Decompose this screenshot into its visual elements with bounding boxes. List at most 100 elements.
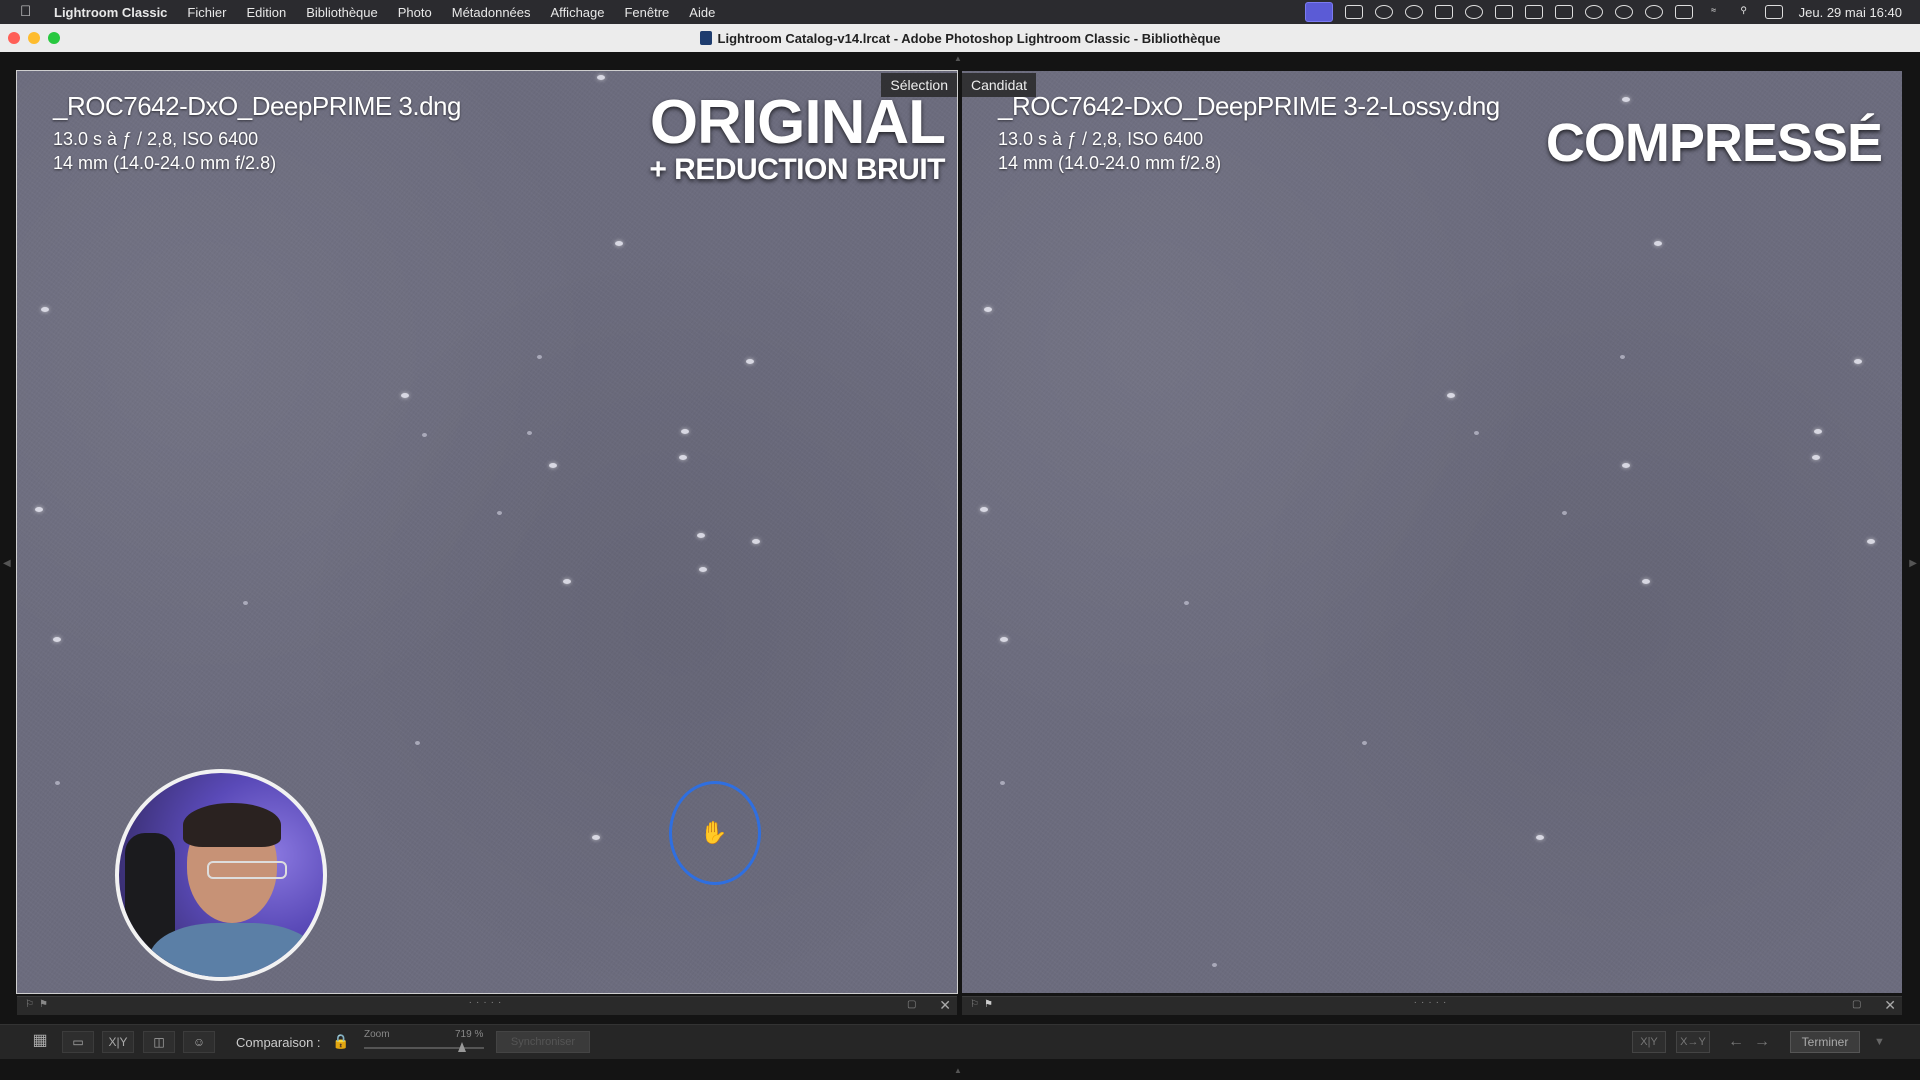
menu-metadonnees[interactable]: Métadonnées bbox=[452, 5, 531, 20]
close-window-button[interactable] bbox=[8, 32, 20, 44]
left-panel-toggle-icon[interactable]: ◀ bbox=[3, 558, 11, 569]
star bbox=[1654, 241, 1662, 246]
zoom-window-button[interactable] bbox=[48, 32, 60, 44]
catalog-icon bbox=[699, 31, 712, 45]
zoom-slider-track[interactable] bbox=[364, 1047, 484, 1049]
star bbox=[1000, 781, 1005, 785]
star bbox=[537, 355, 542, 359]
creative-cloud-icon[interactable] bbox=[1464, 5, 1483, 19]
app-menu: Lightroom Classic Fichier Edition Biblio… bbox=[54, 5, 735, 20]
menu-edition[interactable]: Edition bbox=[246, 5, 286, 20]
comparison-label: Comparaison : bbox=[236, 1035, 321, 1050]
star bbox=[984, 307, 992, 312]
star bbox=[615, 241, 623, 246]
swap-icon[interactable]: X|Y bbox=[1632, 1031, 1666, 1053]
menu-bar:  Lightroom Classic Fichier Edition Bibl… bbox=[0, 0, 1920, 24]
star bbox=[1812, 455, 1820, 460]
star bbox=[980, 507, 988, 512]
star bbox=[1212, 963, 1217, 967]
menu-fichier[interactable]: Fichier bbox=[187, 5, 226, 20]
star bbox=[1642, 579, 1650, 584]
close-candidate-icon[interactable]: ✕ bbox=[1884, 997, 1896, 1014]
search-icon[interactable]: ⚲ bbox=[1735, 5, 1753, 19]
menu-app-name[interactable]: Lightroom Classic bbox=[54, 5, 167, 20]
close-selection-icon[interactable]: ✕ bbox=[939, 997, 951, 1014]
star bbox=[752, 539, 760, 544]
grid-view-icon[interactable]: ▦ bbox=[24, 1031, 56, 1053]
survey-view-icon[interactable]: ◫ bbox=[143, 1031, 175, 1053]
flag-reject-icon[interactable]: ⚐ bbox=[970, 1000, 980, 1010]
top-panel-toggle-icon[interactable]: ▲ bbox=[954, 54, 962, 63]
pr-icon[interactable] bbox=[1434, 5, 1453, 19]
star bbox=[549, 463, 557, 468]
menu-photo[interactable]: Photo bbox=[398, 5, 432, 20]
compare-view-icon[interactable]: X|Y bbox=[102, 1031, 134, 1053]
lock-icon[interactable]: 🔒 bbox=[332, 1033, 349, 1051]
chevron-down-icon[interactable]: ▼ bbox=[1874, 1031, 1888, 1053]
screen-record-icon[interactable] bbox=[1304, 2, 1333, 22]
menu-clock[interactable]: Jeu. 29 mai 16:40 bbox=[1799, 5, 1902, 20]
clock-icon[interactable] bbox=[1644, 5, 1663, 19]
shirt bbox=[149, 923, 319, 977]
next-arrow-icon[interactable]: → bbox=[1752, 1031, 1772, 1053]
battery-icon[interactable] bbox=[1674, 5, 1693, 19]
hand-cursor-icon: ✋ bbox=[700, 820, 728, 845]
play-icon[interactable] bbox=[1614, 5, 1633, 19]
make-select-icon[interactable]: X→Y bbox=[1676, 1031, 1710, 1053]
star bbox=[497, 511, 502, 515]
wifi-icon[interactable]: ≈ bbox=[1705, 5, 1723, 19]
play-circle-icon[interactable] bbox=[1374, 5, 1393, 19]
apple-icon[interactable]:  bbox=[20, 4, 34, 20]
flag-reject-icon[interactable]: ⚐ bbox=[25, 1000, 35, 1010]
star bbox=[597, 75, 605, 80]
selection-pane[interactable]: _ROC7642-DxO_DeepPRIME 3.dng 13.0 s à ƒ … bbox=[16, 70, 958, 994]
right-panel-toggle-icon[interactable]: ▶ bbox=[1909, 558, 1917, 569]
star bbox=[1562, 511, 1567, 515]
star bbox=[1362, 741, 1367, 745]
w-icon[interactable] bbox=[1404, 5, 1423, 19]
flag-pick-icon[interactable]: ⚑ bbox=[39, 1000, 49, 1010]
window-icon[interactable] bbox=[1554, 5, 1573, 19]
star bbox=[679, 455, 687, 460]
star bbox=[401, 393, 409, 398]
grid-icon[interactable] bbox=[1524, 5, 1543, 19]
menu-affichage[interactable]: Affichage bbox=[551, 5, 605, 20]
previous-arrow-icon[interactable]: ← bbox=[1726, 1031, 1746, 1053]
loupe-view-icon[interactable]: ▭ bbox=[62, 1031, 94, 1053]
done-button[interactable]: Terminer bbox=[1790, 1031, 1860, 1053]
rating-dots[interactable]: ····· bbox=[452, 997, 522, 1008]
original-overlay-label: ORIGINAL + REDUCTION BRUIT bbox=[649, 92, 946, 187]
control-center-icon[interactable] bbox=[1764, 5, 1783, 19]
clipboard-icon[interactable] bbox=[1494, 5, 1513, 19]
star bbox=[415, 741, 420, 745]
star bbox=[1447, 393, 1455, 398]
star bbox=[1814, 429, 1822, 434]
people-view-icon[interactable]: ☺ bbox=[183, 1031, 215, 1053]
candidate-tag: Candidat bbox=[962, 73, 1037, 97]
star bbox=[746, 359, 754, 364]
rating-dots[interactable]: ····· bbox=[1397, 997, 1467, 1008]
menu-fenetre[interactable]: Fenêtre bbox=[624, 5, 669, 20]
menu-aide[interactable]: Aide bbox=[689, 5, 715, 20]
bottom-panel-toggle-icon[interactable]: ▲ bbox=[954, 1066, 962, 1075]
star bbox=[243, 601, 248, 605]
color-label-icon[interactable]: ▢ bbox=[907, 1000, 921, 1010]
color-label-icon[interactable]: ▢ bbox=[1852, 1000, 1866, 1010]
menu-bibliotheque[interactable]: Bibliothèque bbox=[306, 5, 378, 20]
photo-exposure: 13.0 s à ƒ / 2,8, ISO 6400 bbox=[998, 129, 1204, 149]
status-area: ≈ ⚲ Jeu. 29 mai 16:40 bbox=[1293, 0, 1902, 24]
glasses bbox=[207, 861, 287, 879]
star bbox=[563, 579, 571, 584]
candidate-pane[interactable]: _ROC7642-DxO_DeepPRIME 3-2-Lossy.dng 13.… bbox=[962, 71, 1902, 993]
photo-filename: _ROC7642-DxO_DeepPRIME 3-2-Lossy.dng bbox=[998, 91, 1500, 121]
compressed-overlay-label: COMPRESSÉ bbox=[1545, 113, 1883, 173]
flag-pick-icon[interactable]: ⚑ bbox=[984, 1000, 994, 1010]
zoom-value: 719 % bbox=[455, 1029, 484, 1040]
cursor-highlight-ring: ✋ bbox=[669, 781, 761, 885]
star bbox=[1620, 355, 1625, 359]
sync-button[interactable]: Synchroniser bbox=[496, 1031, 590, 1053]
minimize-window-button[interactable] bbox=[28, 32, 40, 44]
photo-info-overlay: _ROC7642-DxO_DeepPRIME 3.dng 13.0 s à ƒ … bbox=[53, 91, 461, 175]
user-icon[interactable] bbox=[1584, 5, 1603, 19]
camera-icon[interactable] bbox=[1344, 5, 1363, 19]
